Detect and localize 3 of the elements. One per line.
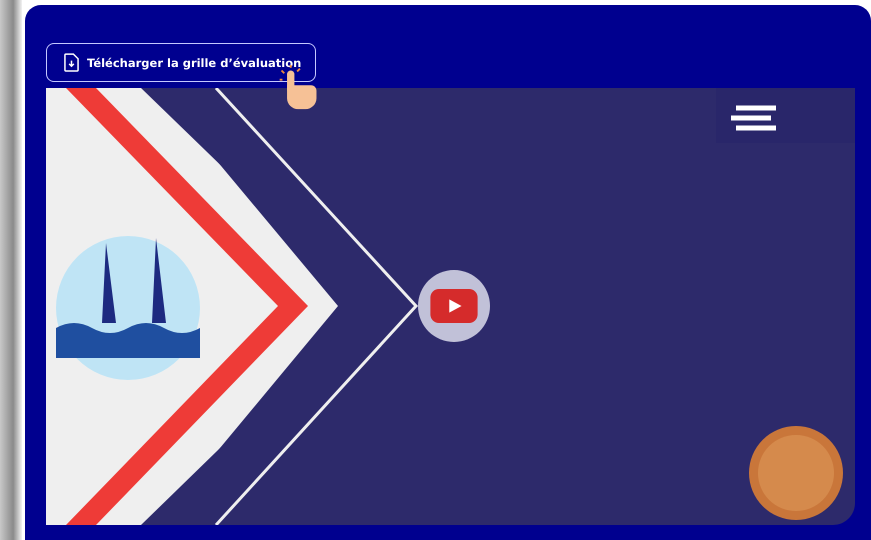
- play-icon: [430, 289, 478, 323]
- download-button[interactable]: Télécharger la grille d’évaluation: [46, 43, 316, 82]
- file-download-icon: [64, 53, 79, 72]
